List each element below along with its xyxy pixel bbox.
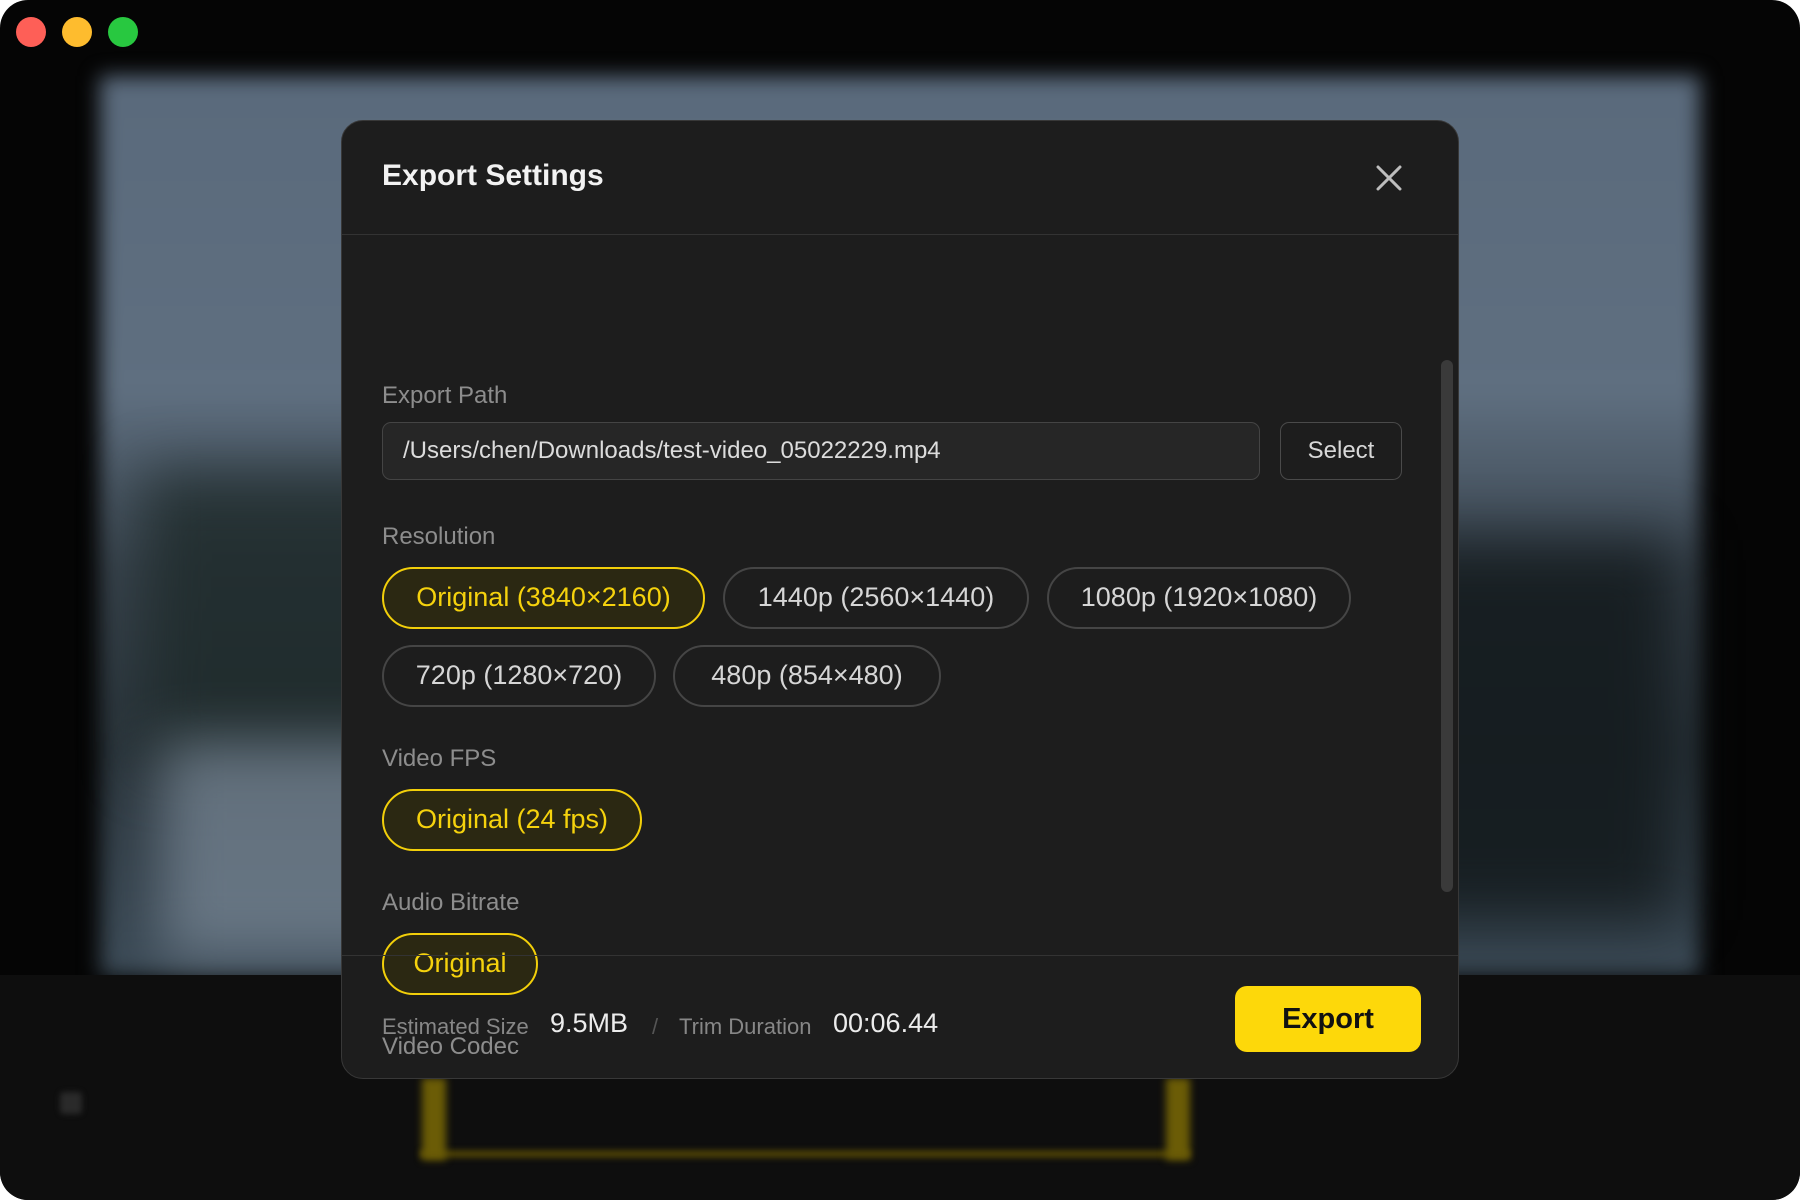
- fps-option-original[interactable]: Original (24 fps): [382, 789, 642, 851]
- estimated-size-label: Estimated Size: [382, 1014, 529, 1039]
- resolution-option-720p[interactable]: 720p (1280×720): [382, 645, 656, 707]
- resolution-option-1440p[interactable]: 1440p (2560×1440): [723, 567, 1029, 629]
- video-fps-label: Video FPS: [382, 745, 497, 772]
- resolution-option-original[interactable]: Original (3840×2160): [382, 567, 705, 629]
- trim-start-handle[interactable]: [422, 1078, 446, 1160]
- dialog-footer: Estimated Size 9.5MB / Trim Duration 00:…: [342, 955, 1458, 1078]
- trim-range: [420, 1078, 1190, 1158]
- dialog-scrollbar[interactable]: [1441, 360, 1453, 892]
- export-settings-dialog: Export Settings Export Path /Users/chen/…: [341, 120, 1459, 1079]
- dialog-title: Export Settings: [382, 159, 604, 192]
- app-window: Export Settings Export Path /Users/chen/…: [0, 0, 1800, 1200]
- resolution-label: Resolution: [382, 523, 496, 550]
- select-path-button[interactable]: Select: [1280, 422, 1402, 480]
- close-button[interactable]: [1372, 161, 1406, 195]
- export-path-input[interactable]: /Users/chen/Downloads/test-video_0502222…: [382, 422, 1260, 480]
- resolution-option-480p[interactable]: 480p (854×480): [673, 645, 941, 707]
- dialog-body: Export Path /Users/chen/Downloads/test-v…: [342, 236, 1458, 1074]
- export-path-label: Export Path: [382, 382, 508, 409]
- play-icon[interactable]: [60, 1092, 82, 1114]
- trim-end-handle[interactable]: [1166, 1078, 1190, 1160]
- audio-bitrate-label: Audio Bitrate: [382, 889, 520, 916]
- footer-separator: /: [652, 1014, 659, 1039]
- window-minimize-button[interactable]: [62, 17, 92, 47]
- trim-duration-label: Trim Duration: [679, 1014, 812, 1039]
- resolution-option-1080p[interactable]: 1080p (1920×1080): [1047, 567, 1351, 629]
- dialog-header: Export Settings: [342, 121, 1458, 235]
- export-button[interactable]: Export: [1235, 986, 1421, 1052]
- window-zoom-button[interactable]: [108, 17, 138, 47]
- close-icon: [1376, 165, 1402, 191]
- trim-duration-value: 00:06.44: [833, 1008, 939, 1038]
- window-close-button[interactable]: [16, 17, 46, 47]
- estimated-size-value: 9.5MB: [550, 1008, 629, 1038]
